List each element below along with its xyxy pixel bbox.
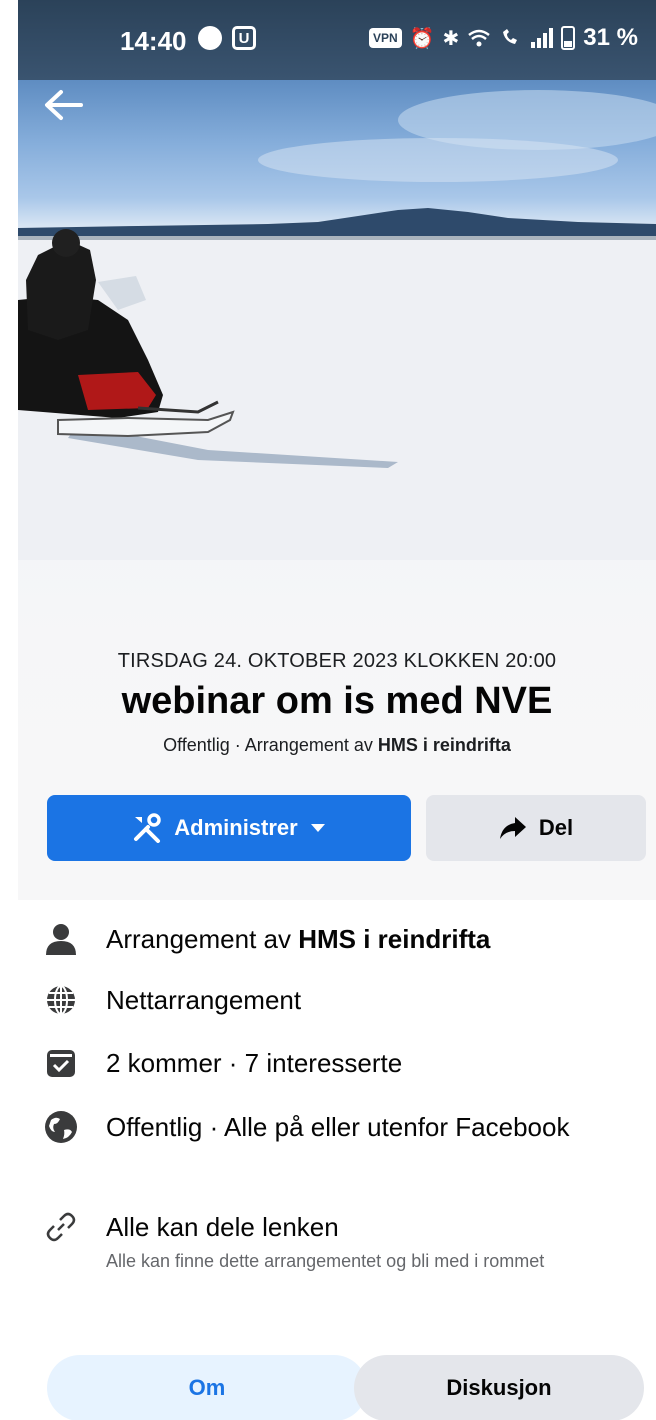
battery-icon [561, 26, 576, 50]
detail-share-link-text: Alle kan dele lenken [106, 1212, 339, 1242]
back-button[interactable] [38, 80, 88, 130]
share-arrow-icon [499, 817, 526, 839]
u-app-icon: U [232, 26, 256, 50]
bluetooth-icon: ✱ [442, 27, 460, 50]
event-date: TIRSDAG 24. OKTOBER 2023 KLOKKEN 20:00 [117, 650, 557, 672]
back-arrow-icon [45, 90, 83, 120]
event-title: webinar om is med NVE [121, 680, 553, 722]
battery-percent: 31 % [583, 24, 638, 51]
detail-organizer-name: HMS i reindrifta [298, 924, 491, 954]
wifi-icon [468, 29, 491, 47]
detail-attendance[interactable]: 2 kommer · 7 interesserte [44, 1046, 606, 1080]
tab-about[interactable]: Om [47, 1355, 367, 1420]
manage-button-label: Administrer [174, 815, 298, 840]
app-screen: 14:40 U VPN ⏰ ✱ 31 % TIRSDAG 24. OKTOBER… [18, 0, 656, 1420]
tools-icon [134, 813, 161, 843]
caret-down-icon [310, 824, 325, 832]
alarm-icon: ⏰ [409, 27, 435, 50]
event-organizer-link[interactable]: HMS i reindrifta [378, 735, 511, 755]
event-cover-photo [18, 0, 656, 900]
globe-icon [44, 983, 78, 1017]
detail-location: Nettarrangement [44, 983, 606, 1017]
event-subtitle: Offentlig · Arrangement av HMS i reindri… [18, 735, 656, 756]
tab-discussion[interactable]: Diskusjon [354, 1355, 644, 1420]
call-wifi-icon [503, 29, 518, 44]
status-left-icons: U [198, 26, 256, 50]
detail-attendance-text: 2 kommer · 7 interesserte [106, 1048, 403, 1078]
detail-organizer-prefix: Arrangement av [106, 924, 299, 954]
detail-share-link-subtext: Alle kan finne dette arrangementet og bl… [106, 1251, 545, 1271]
detail-organizer[interactable]: Arrangement av HMS i reindrifta [44, 922, 606, 956]
signal-icon [531, 28, 554, 48]
share-button[interactable]: Del [426, 795, 646, 861]
status-bar: 14:40 U VPN ⏰ ✱ 31 % [18, 0, 656, 80]
detail-location-text: Nettarrangement [106, 985, 302, 1015]
event-subtitle-prefix: Offentlig · Arrangement av [163, 735, 378, 755]
calendar-check-icon [44, 1046, 78, 1080]
manage-button[interactable]: Administrer [47, 795, 411, 861]
share-button-label: Del [538, 815, 574, 840]
status-right-icons: VPN ⏰ ✱ 31 % [368, 24, 638, 52]
detail-privacy-text: Offentlig · Alle på eller utenfor Facebo… [106, 1112, 570, 1142]
messenger-icon [198, 26, 222, 50]
person-icon [44, 922, 78, 956]
vpn-icon: VPN [368, 28, 402, 48]
earth-icon [44, 1110, 78, 1144]
link-icon [44, 1210, 78, 1244]
cover-scene [18, 90, 656, 560]
status-time: 14:40 [120, 26, 187, 56]
detail-privacy: Offentlig · Alle på eller utenfor Facebo… [44, 1110, 606, 1144]
detail-share-link: Alle kan dele lenken Alle kan finne dett… [44, 1210, 606, 1275]
